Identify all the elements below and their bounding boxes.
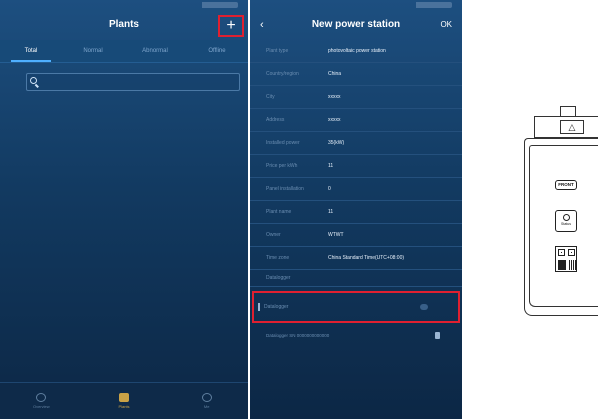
tab-total[interactable]: Total [0, 40, 62, 62]
nav-me-label: Me [203, 404, 210, 409]
field-country-region[interactable]: Country/region China [250, 63, 462, 86]
datalogger-row[interactable]: Datalogger [252, 291, 460, 323]
section-datalogger: Datalogger [250, 270, 462, 287]
qr-code-icon [555, 246, 577, 272]
triangle-icon: △ [560, 120, 584, 134]
row-marker [258, 303, 260, 311]
datalogger-label: Datalogger [264, 304, 289, 310]
field-value: 0 [328, 186, 331, 192]
field-label: City [266, 94, 275, 100]
signal-icon [392, 2, 452, 8]
field-price-per-kwh[interactable]: Price per kWh 11 [250, 155, 462, 178]
status-bar [0, 0, 248, 12]
new-station-navbar: ‹ New power station OK [250, 12, 462, 40]
tab-abnormal[interactable]: Abnormal [124, 40, 186, 62]
field-value: China Standard Time(UTC+08:00) [328, 255, 405, 261]
nav-plants-label: Plants [118, 404, 130, 409]
page-title: Plants [108, 19, 139, 30]
datalogger-sn-row: Datalogger SN 0000000000000 [250, 325, 462, 347]
field-label: Owner [266, 232, 281, 238]
search-icon [30, 77, 37, 84]
field-address[interactable]: Address xxxxx [250, 109, 462, 132]
field-label: Installed power [266, 140, 300, 146]
field-installed-power[interactable]: Installed power 35(kW) [250, 132, 462, 155]
device-cap: △ [534, 116, 598, 138]
search-box [26, 73, 240, 91]
nav-overview-label: Overview [33, 404, 50, 409]
plants-screen: Plants + Total Normal Abnormal Offline O… [0, 0, 248, 419]
field-label: Plant type [266, 48, 289, 54]
field-label: Plant name [266, 209, 292, 215]
field-label: Price per kWh [266, 163, 298, 169]
field-label: Time zone [266, 255, 290, 261]
nav-plants[interactable]: Plants [83, 383, 166, 419]
station-form: Plant type photovoltaic power station Co… [250, 40, 462, 347]
field-plant-type[interactable]: Plant type photovoltaic power station [250, 40, 462, 63]
field-value: xxxxx [328, 117, 341, 123]
field-label: Panel installation [266, 186, 304, 192]
plants-navbar: Plants + [0, 12, 248, 40]
home-icon [36, 393, 47, 402]
nav-overview[interactable]: Overview [0, 383, 83, 419]
field-value: xxxxx [328, 94, 341, 100]
status-led-icon [562, 214, 570, 221]
plus-icon: + [226, 17, 236, 34]
field-panel-installation[interactable]: Panel installation 0 [250, 178, 462, 201]
field-value: photovoltaic power station [328, 48, 386, 54]
qr-modules [569, 260, 576, 270]
tab-offline[interactable]: Offline [186, 40, 248, 62]
field-value: WTWT [328, 232, 344, 238]
bottom-navigation: Overview Plants Me [0, 382, 248, 419]
datalogger-device-illustration: △ FRONT Status [516, 106, 598, 318]
nav-me[interactable]: Me [165, 383, 248, 419]
add-plant-button[interactable]: + [218, 15, 244, 37]
status-label: Status [561, 222, 571, 226]
signal-icon [178, 2, 238, 8]
field-plant-name[interactable]: Plant name 11 [250, 201, 462, 224]
qr-finder [558, 260, 566, 270]
plant-icon [119, 393, 129, 402]
qr-finder [558, 249, 565, 256]
field-value: 11 [328, 163, 334, 169]
datalogger-sn: Datalogger SN 0000000000000 [266, 333, 330, 338]
qr-finder [568, 249, 575, 256]
new-station-screen: ‹ New power station OK Plant type photov… [250, 0, 462, 419]
ok-button[interactable]: OK [440, 20, 452, 29]
field-label: Country/region [266, 71, 299, 77]
search-input[interactable] [43, 75, 235, 91]
field-value: China [328, 71, 342, 77]
field-label: Address [266, 117, 285, 123]
field-time-zone[interactable]: Time zone China Standard Time(UTC+08:00) [250, 247, 462, 270]
trash-icon[interactable] [435, 332, 440, 339]
page-title: New power station [311, 19, 401, 30]
field-city[interactable]: City xxxxx [250, 86, 462, 109]
status-indicator: Status [555, 210, 577, 232]
field-owner[interactable]: Owner WTWT [250, 224, 462, 247]
plant-filter-tabs: Total Normal Abnormal Offline [0, 40, 248, 63]
user-icon [201, 393, 212, 402]
field-value: 11 [328, 209, 334, 215]
scan-icon[interactable] [420, 304, 428, 310]
front-label: FRONT [555, 180, 577, 190]
status-bar [250, 0, 462, 12]
field-value: 35(kW) [328, 140, 345, 146]
tab-normal[interactable]: Normal [62, 40, 124, 62]
